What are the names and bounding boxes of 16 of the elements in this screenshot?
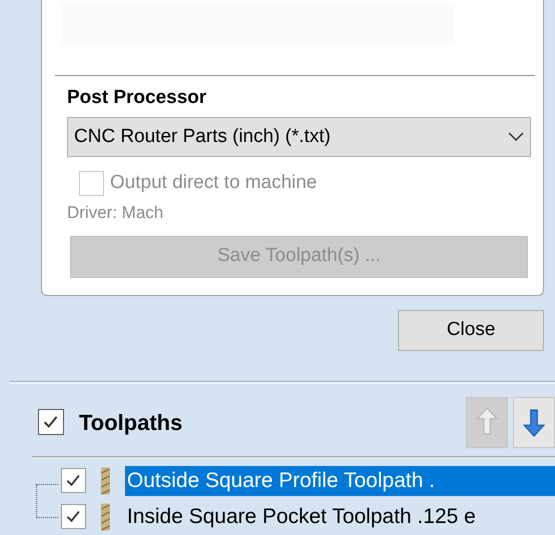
post-processor-dropdown[interactable]: CNC Router Parts (inch) (*.txt) (67, 117, 531, 157)
drill-bit-icon (100, 502, 111, 530)
tree-lines (36, 484, 58, 518)
section-heading: Post Processor (67, 86, 208, 110)
checkbox[interactable] (61, 504, 86, 529)
checkbox[interactable] (38, 409, 64, 435)
chevron-down-icon (508, 132, 524, 142)
close-button[interactable]: Close (398, 310, 544, 351)
toolpath-item[interactable]: Outside Square Profile Toolpath . (125, 466, 555, 496)
section-title: Toolpaths (79, 408, 182, 437)
move-down-button[interactable] (513, 396, 555, 448)
toolpath-item[interactable]: Inside Square Pocket Toolpath .125 e (125, 502, 555, 532)
checkbox-label: Output direct to machine (110, 171, 317, 195)
checkbox[interactable] (61, 468, 86, 493)
driver-label: Driver: Mach (67, 202, 164, 224)
drill-bit-icon (100, 466, 111, 494)
